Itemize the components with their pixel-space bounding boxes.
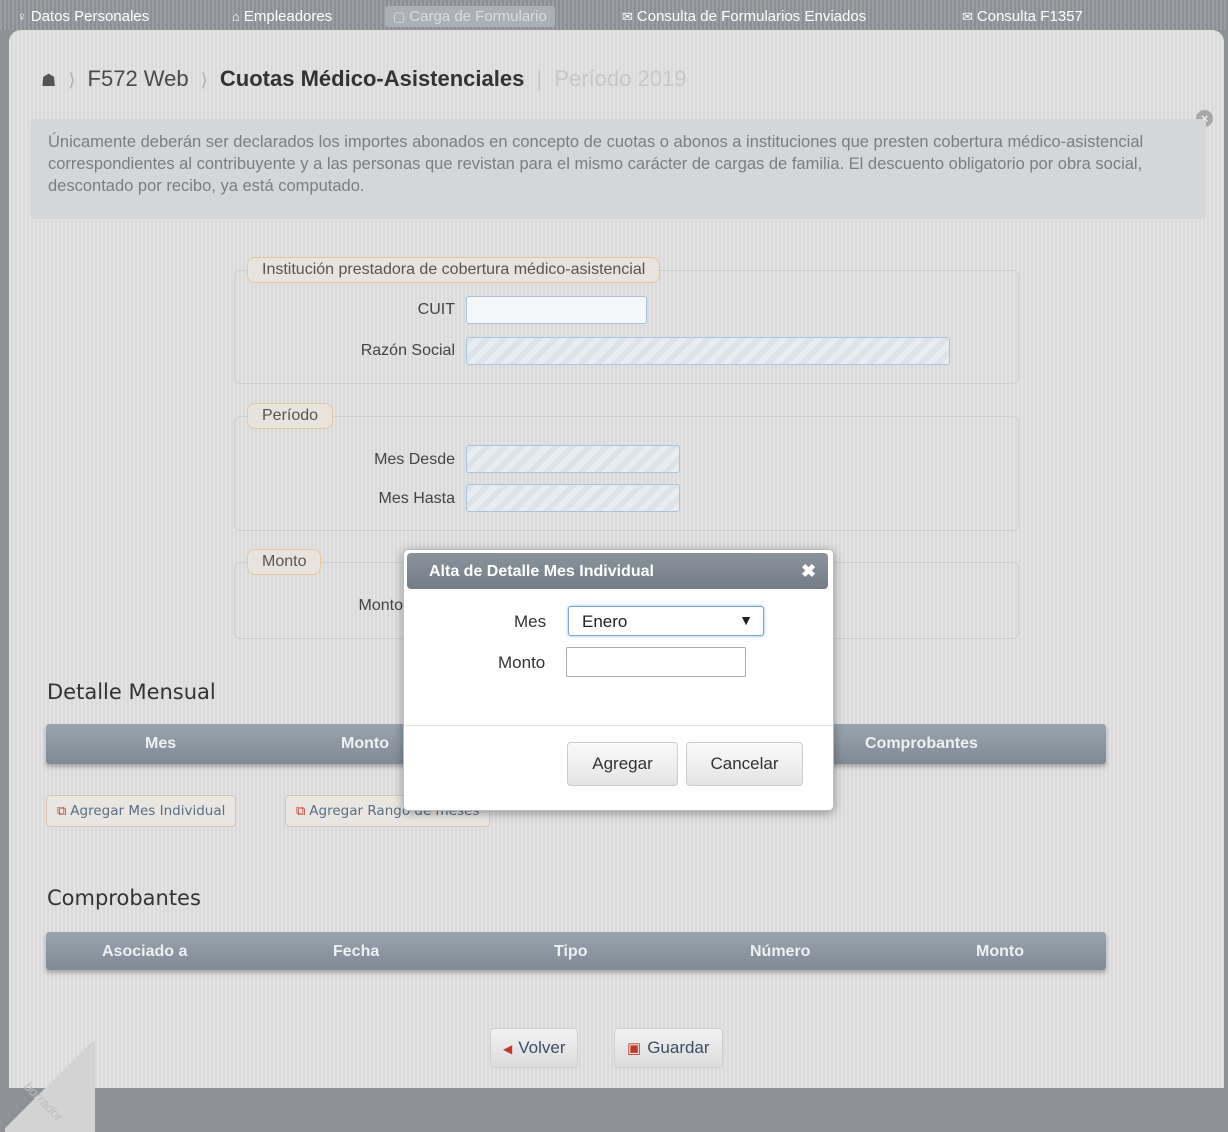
nav-label: Consulta de Formularios Enviados: [636, 8, 867, 25]
nav-label: Empleadores: [243, 8, 333, 25]
alta-detalle-dialog: Alta de Detalle Mes Individual ✖ Mes Ene…: [403, 549, 834, 811]
column-header-monto: Monto: [341, 735, 389, 752]
add-window-icon: ⧉: [296, 804, 306, 819]
button-label: Agregar Mes Individual: [70, 803, 226, 819]
top-nav: ♀ Datos Personales ⌂ Empleadores ▢ Carga de…: [0, 0, 1228, 30]
mes-select-value: Enero: [582, 612, 628, 631]
home-icon[interactable]: ☗: [41, 71, 56, 90]
guardar-button[interactable]: ▣ Guardar: [614, 1028, 723, 1068]
nav-datos-personales[interactable]: ♀ Datos Personales: [17, 8, 149, 25]
column-header-asociado: Asociado a: [102, 943, 188, 960]
column-header-monto: Monto: [976, 943, 1024, 960]
draft-watermark-label: borrador: [20, 1078, 67, 1125]
page-period: Período 2019: [554, 66, 687, 91]
dialog-monto-label: Monto: [498, 653, 546, 672]
nav-label: Carga de Formulario: [409, 8, 547, 25]
nav-label: Datos Personales: [30, 8, 150, 25]
dialog-titlebar: Alta de Detalle Mes Individual ✖: [407, 553, 828, 589]
person-icon: ♀: [17, 9, 27, 24]
institucion-legend: Institución prestadora de cobertura médi…: [247, 257, 661, 283]
mail-icon: ✉: [622, 9, 633, 24]
periodo-fieldset: Período Mes Desde Mes Hasta: [234, 403, 1019, 531]
nav-empleadores[interactable]: ⌂ Empleadores: [232, 8, 332, 25]
info-message: Únicamente deberán ser declarados los im…: [30, 119, 1206, 219]
column-header-numero: Número: [750, 943, 811, 960]
page-title: Cuotas Médico-Asistenciales: [219, 66, 525, 91]
column-header-comprobantes: Comprobantes: [865, 735, 978, 752]
draft-watermark: borrador: [5, 1042, 95, 1132]
dialog-mes-label: Mes: [514, 612, 547, 631]
volver-button[interactable]: ◀ Volver: [490, 1028, 579, 1068]
mes-hasta-label: Mes Hasta: [378, 490, 455, 507]
monto-legend: Monto: [247, 549, 322, 575]
cancelar-button[interactable]: Cancelar: [686, 742, 803, 786]
button-label: Guardar: [647, 1038, 710, 1057]
periodo-legend: Período: [247, 403, 334, 429]
back-arrow-icon: ◀: [503, 1042, 513, 1056]
cuit-input[interactable]: [466, 296, 647, 324]
close-icon[interactable]: ✖: [801, 561, 816, 582]
column-header-tipo: Tipo: [554, 943, 588, 960]
button-label: Volver: [518, 1038, 566, 1057]
breadcrumb: ☗ ⟩ F572 Web ⟩ Cuotas Médico-Asistencial…: [41, 66, 686, 92]
monto-label: Monto: [358, 597, 403, 614]
comprobantes-title: Comprobantes: [47, 886, 201, 910]
detalle-mensual-title: Detalle Mensual: [47, 680, 216, 704]
breadcrumb-separator: ⟩: [68, 70, 76, 90]
razon-social-label: Razón Social: [360, 342, 455, 359]
mail-icon: ✉: [962, 9, 973, 24]
breadcrumb-root[interactable]: F572 Web: [88, 66, 189, 91]
nav-carga-formulario[interactable]: ▢ Carga de Formulario: [385, 6, 555, 27]
breadcrumb-separator: ⟩: [200, 70, 208, 90]
chevron-down-icon: ▼: [739, 612, 753, 628]
dialog-title: Alta de Detalle Mes Individual: [429, 563, 654, 580]
nav-consulta-enviados[interactable]: ✉ Consulta de Formularios Enviados: [622, 8, 866, 25]
nav-label: Consulta F1357: [976, 8, 1083, 25]
mes-select[interactable]: Enero ▼: [568, 606, 764, 636]
breadcrumb-period-divider: |: [536, 66, 543, 91]
building-icon: ⌂: [232, 9, 240, 24]
save-icon: ▣: [627, 1040, 642, 1057]
form-icon: ▢: [393, 9, 406, 24]
mes-desde-input[interactable]: [466, 445, 680, 473]
mes-desde-label: Mes Desde: [374, 451, 455, 468]
nav-consulta-f1357[interactable]: ✉ Consulta F1357: [962, 8, 1083, 25]
dialog-monto-input[interactable]: [566, 647, 746, 677]
column-header-mes: Mes: [145, 735, 177, 752]
institucion-fieldset: Institución prestadora de cobertura médi…: [234, 257, 1019, 384]
cuit-label: CUIT: [417, 301, 455, 318]
dialog-divider: [404, 725, 833, 726]
agregar-mes-individual-button[interactable]: ⧉ Agregar Mes Individual: [46, 795, 237, 827]
mes-hasta-input[interactable]: [466, 484, 680, 512]
add-window-icon: ⧉: [57, 804, 67, 819]
agregar-button[interactable]: Agregar: [567, 742, 678, 786]
comprobantes-table-header: Asociado a Fecha Tipo Número Monto: [46, 932, 1106, 970]
column-header-fecha: Fecha: [333, 943, 380, 960]
razon-social-input: [466, 337, 950, 365]
